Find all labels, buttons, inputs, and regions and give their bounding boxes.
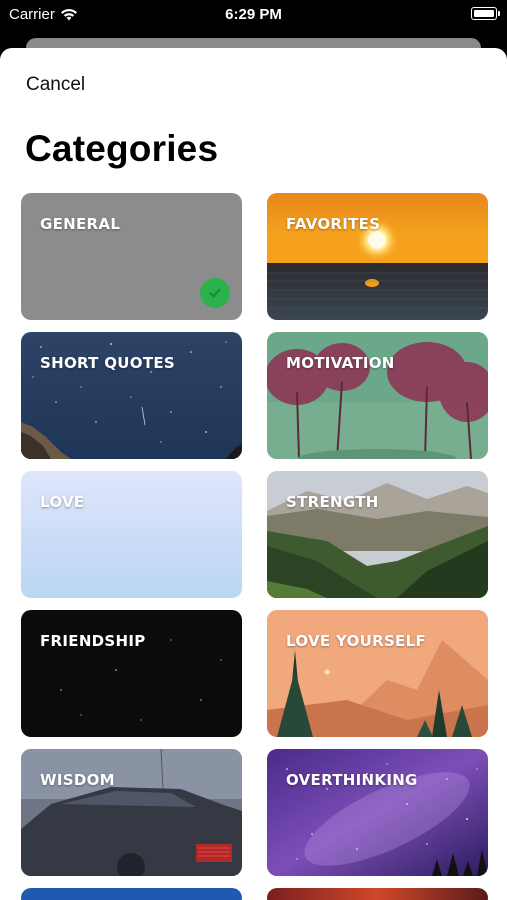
status-bar: Carrier 6:29 PM	[0, 0, 507, 30]
category-label: FRIENDSHIP	[40, 632, 146, 650]
category-card-overthinking[interactable]: OVERTHINKING	[267, 749, 488, 876]
page-title: Categories	[25, 128, 219, 169]
category-label: GENERAL	[40, 215, 121, 233]
category-label: OVERTHINKING	[286, 771, 418, 789]
category-card-motivation[interactable]: MOTIVATION	[267, 332, 488, 459]
galaxy-image	[267, 749, 488, 876]
category-card-friendship[interactable]: FRIENDSHIP	[21, 610, 242, 737]
category-label: FAVORITES	[286, 215, 381, 233]
checkmark-icon	[200, 278, 230, 308]
category-label: STRENGTH	[286, 493, 379, 511]
battery-icon	[471, 7, 500, 20]
car-image	[21, 749, 242, 876]
category-card-general[interactable]: GENERAL	[21, 193, 242, 320]
starfield-image	[60, 639, 222, 721]
category-card-favorites[interactable]: FAVORITES	[267, 193, 488, 320]
category-card-partial-left[interactable]	[21, 888, 242, 900]
cancel-button[interactable]: Cancel	[26, 74, 85, 96]
sunset-image	[267, 193, 488, 320]
category-card-love[interactable]: LOVE	[21, 471, 242, 598]
category-grid: GENERAL FAVORITES SHORT QUOTES MOTIVATIO…	[21, 193, 488, 900]
forest-sunset-image	[267, 610, 488, 737]
category-label: SHORT QUOTES	[40, 354, 176, 372]
mountains-image	[267, 471, 488, 598]
category-label: WISDOM	[40, 771, 115, 789]
category-card-wisdom[interactable]: WISDOM	[21, 749, 242, 876]
status-time: 6:29 PM	[225, 6, 282, 23]
categories-sheet: Cancel Categories GENERAL FAVORITES SHOR…	[0, 48, 507, 900]
category-card-love-yourself[interactable]: LOVE YOURSELF	[267, 610, 488, 737]
category-card-partial-right[interactable]	[267, 888, 488, 900]
category-label: LOVE	[40, 493, 85, 511]
category-card-short-quotes[interactable]: SHORT QUOTES	[21, 332, 242, 459]
trees-image	[267, 332, 488, 459]
category-label: MOTIVATION	[286, 354, 395, 372]
category-card-strength[interactable]: STRENGTH	[267, 471, 488, 598]
category-label: LOVE YOURSELF	[286, 632, 427, 650]
night-sky-image	[21, 332, 242, 459]
